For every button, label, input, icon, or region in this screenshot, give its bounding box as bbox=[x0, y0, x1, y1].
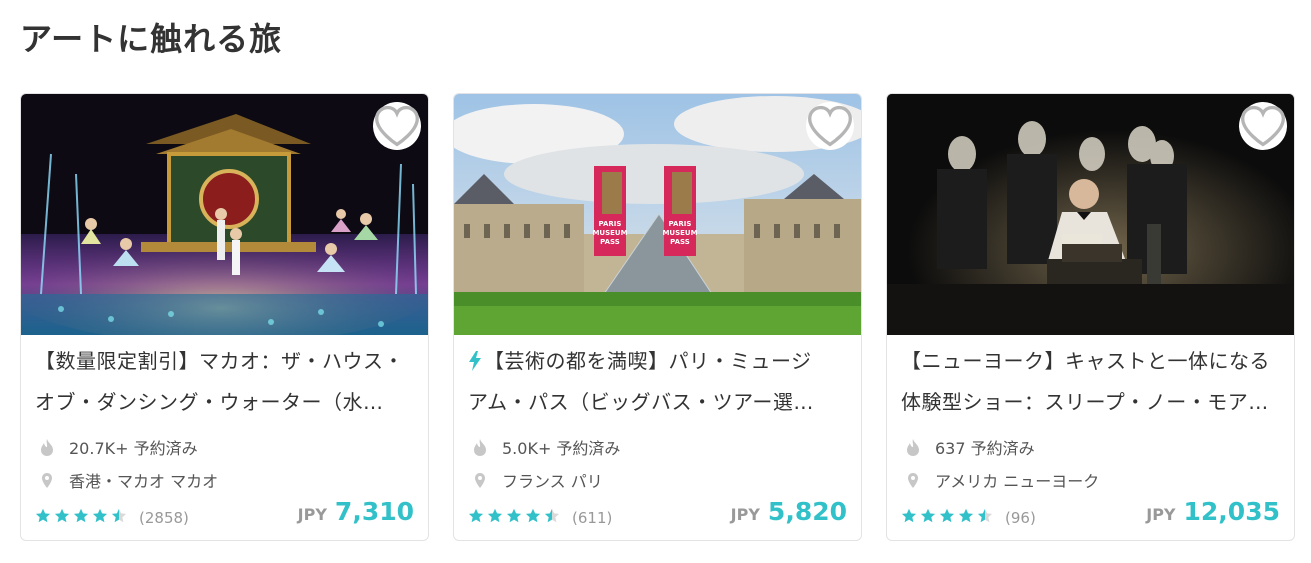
star-icon bbox=[35, 508, 51, 523]
star-rating bbox=[901, 508, 996, 527]
star-icon bbox=[920, 508, 936, 523]
star-icon bbox=[487, 508, 503, 523]
booked-count: 5.0K+ 予約済み bbox=[470, 435, 620, 459]
star-icon bbox=[54, 508, 70, 523]
card-image-show-stage[interactable] bbox=[21, 94, 428, 335]
price-currency: JPY bbox=[297, 505, 327, 524]
fire-icon bbox=[37, 438, 57, 457]
location: 香港・マカオ マカオ bbox=[37, 468, 218, 492]
location-text: フランス パリ bbox=[502, 472, 603, 491]
heart-icon bbox=[808, 105, 852, 147]
heart-icon bbox=[1241, 105, 1285, 147]
booked-text: 637 予約済み bbox=[935, 439, 1035, 458]
pass-text: PASS bbox=[670, 238, 690, 246]
location: フランス パリ bbox=[470, 468, 603, 492]
lightning-bolt-icon bbox=[469, 351, 481, 371]
star-icon bbox=[958, 508, 974, 523]
rating: (2858) bbox=[35, 508, 189, 527]
show-stage-photo bbox=[21, 94, 428, 335]
star-rating bbox=[468, 508, 563, 527]
price-currency: JPY bbox=[730, 505, 760, 524]
heart-icon bbox=[375, 105, 419, 147]
pass-text: MUSEUM bbox=[592, 229, 627, 237]
card-title-line: 【ニューヨーク】キャストと一体になる bbox=[901, 349, 1270, 373]
booked-count: 637 予約済み bbox=[903, 435, 1035, 459]
star-rating bbox=[35, 508, 130, 527]
location: アメリカ ニューヨーク bbox=[903, 468, 1099, 492]
star-icon bbox=[939, 508, 955, 523]
star-icon bbox=[544, 508, 560, 523]
activity-card[interactable]: PARIS MUSEUM PASS PARIS MUSEUM PASS 【芸術の… bbox=[453, 93, 862, 541]
price-amount: 7,310 bbox=[334, 497, 414, 526]
card-title-text: 【芸術の都を満喫】パリ・ミュージ bbox=[484, 349, 812, 373]
star-icon bbox=[111, 508, 127, 523]
price-amount: 5,820 bbox=[767, 497, 847, 526]
activity-card[interactable]: 【数量限定割引】マカオ：ザ・ハウス・ オブ・ダンシング・ウォーター（水… 20.… bbox=[20, 93, 429, 541]
fire-icon bbox=[470, 438, 490, 457]
card-title[interactable]: 【芸術の都を満喫】パリ・ミュージ アム・パス（ビッグバス・ツアー選… bbox=[468, 341, 850, 423]
louvre-museum-pass-photo: PARIS MUSEUM PASS PARIS MUSEUM PASS bbox=[454, 94, 861, 335]
price: JPY 7,310 bbox=[298, 497, 414, 526]
price-currency: JPY bbox=[1146, 505, 1176, 524]
pass-text: PASS bbox=[600, 238, 620, 246]
booked-text: 20.7K+ 予約済み bbox=[69, 439, 198, 458]
star-icon bbox=[73, 508, 89, 523]
location-pin-icon bbox=[37, 472, 57, 489]
star-icon bbox=[901, 508, 917, 523]
pass-text: PARIS bbox=[669, 220, 692, 228]
card-title-line: アム・パス（ビッグバス・ツアー選… bbox=[468, 390, 814, 414]
wishlist-button[interactable] bbox=[373, 102, 421, 150]
location-pin-icon bbox=[470, 472, 490, 489]
wishlist-button[interactable] bbox=[806, 102, 854, 150]
booked-count: 20.7K+ 予約済み bbox=[37, 435, 198, 459]
booked-text: 5.0K+ 予約済み bbox=[502, 439, 621, 458]
section-title: アートに触れる旅 bbox=[20, 20, 283, 58]
card-title-line: 【芸術の都を満喫】パリ・ミュージ bbox=[468, 341, 850, 382]
star-icon bbox=[525, 508, 541, 523]
activity-card[interactable]: 【ニューヨーク】キャストと一体になる 体験型ショー：スリープ・ノー・モア… 63… bbox=[886, 93, 1295, 541]
location-text: 香港・マカオ マカオ bbox=[69, 472, 219, 491]
location-pin-icon bbox=[903, 472, 923, 489]
card-image-masked-theater[interactable] bbox=[887, 94, 1294, 335]
rating: (96) bbox=[901, 508, 1036, 527]
review-count: (2858) bbox=[139, 508, 189, 527]
card-title[interactable]: 【ニューヨーク】キャストと一体になる 体験型ショー：スリープ・ノー・モア… bbox=[901, 341, 1283, 423]
star-icon bbox=[92, 508, 108, 523]
review-count: (611) bbox=[572, 508, 613, 527]
price: JPY 5,820 bbox=[731, 497, 847, 526]
rating: (611) bbox=[468, 508, 612, 527]
pass-text: PARIS bbox=[599, 220, 622, 228]
card-title[interactable]: 【数量限定割引】マカオ：ザ・ハウス・ オブ・ダンシング・ウォーター（水… bbox=[35, 341, 417, 423]
fire-icon bbox=[903, 438, 923, 457]
star-icon bbox=[506, 508, 522, 523]
card-image-louvre[interactable]: PARIS MUSEUM PASS PARIS MUSEUM PASS bbox=[454, 94, 861, 335]
card-title-line: 体験型ショー：スリープ・ノー・モア… bbox=[901, 390, 1269, 414]
wishlist-button[interactable] bbox=[1239, 102, 1287, 150]
pass-text: MUSEUM bbox=[662, 229, 697, 237]
price: JPY 12,035 bbox=[1146, 497, 1280, 526]
review-count: (96) bbox=[1005, 508, 1036, 527]
card-title-line: オブ・ダンシング・ウォーター（水… bbox=[35, 390, 384, 414]
star-icon bbox=[468, 508, 484, 523]
card-title-line: 【数量限定割引】マカオ：ザ・ハウス・ bbox=[35, 349, 404, 373]
location-text: アメリカ ニューヨーク bbox=[935, 472, 1100, 491]
masked-theater-photo bbox=[887, 94, 1294, 335]
price-amount: 12,035 bbox=[1183, 497, 1280, 526]
star-icon bbox=[977, 508, 993, 523]
